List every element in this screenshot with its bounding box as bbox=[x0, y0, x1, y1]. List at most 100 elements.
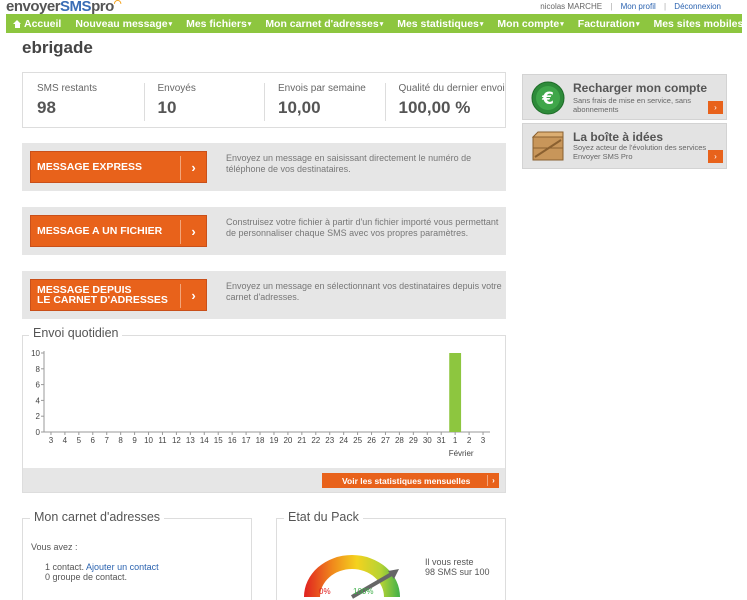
nav-item-label: Mes fichiers bbox=[186, 17, 247, 30]
monthly-stats-button[interactable]: Voir les statistiques mensuelles › bbox=[322, 473, 499, 488]
stat-label: Envois par semaine bbox=[278, 83, 366, 94]
x-tick-label: 13 bbox=[186, 436, 195, 445]
ideas-box-card[interactable]: La boîte à idées Soyez acteur de l'évolu… bbox=[522, 123, 727, 169]
remaining-count: 98 SMS sur 100 bbox=[425, 567, 490, 577]
x-tick-label: 24 bbox=[339, 436, 348, 445]
user-name: nicolas MARCHE bbox=[540, 2, 603, 11]
x-tick-label: 5 bbox=[77, 436, 82, 445]
profile-link[interactable]: Mon profil bbox=[621, 2, 656, 11]
nav-item-new-message[interactable]: Nouveau message ▾ bbox=[68, 18, 179, 30]
stat-sms-remaining: SMS restants 98 bbox=[23, 73, 144, 127]
x-tick-label: 8 bbox=[118, 436, 123, 445]
x-tick-label: 26 bbox=[367, 436, 376, 445]
x-tick-label: 9 bbox=[132, 436, 137, 445]
caret-down-icon: ▾ bbox=[479, 20, 484, 28]
x-tick-label: 12 bbox=[172, 436, 181, 445]
x-tick-label: 6 bbox=[91, 436, 96, 445]
gauge-max-label: 100% bbox=[353, 587, 374, 596]
x-tick-label: 30 bbox=[423, 436, 432, 445]
top-bar: envoyerSMSpro◠ nicolas MARCHE | Mon prof… bbox=[0, 0, 747, 15]
logout-link[interactable]: Déconnexion bbox=[674, 2, 721, 11]
stat-value: 100,00 % bbox=[398, 98, 471, 117]
x-tick-label: 25 bbox=[353, 436, 362, 445]
section-title: Mon carnet d'adresses bbox=[30, 510, 165, 524]
card-title: Recharger mon compte bbox=[573, 81, 708, 95]
x-tick-label: 23 bbox=[325, 436, 334, 445]
arrow-right-icon: › bbox=[180, 220, 206, 244]
gauge-min-label: 0% bbox=[319, 587, 331, 596]
logo[interactable]: envoyerSMSpro◠ bbox=[6, 0, 122, 15]
message-express-button[interactable]: MESSAGE EXPRESS › bbox=[30, 151, 207, 183]
x-tick-label: 21 bbox=[297, 436, 306, 445]
svg-text:€: € bbox=[541, 89, 554, 109]
y-tick-label: 6 bbox=[36, 381, 41, 390]
nav-item-label: Mon carnet d'adresses bbox=[265, 17, 379, 30]
action-panel-file: MESSAGE A UN FICHIER › Construisez votre… bbox=[22, 207, 506, 255]
button-label: MESSAGE DEPUIS LE CARNET D'ADRESSES bbox=[35, 285, 168, 306]
x-tick-label: 20 bbox=[283, 436, 292, 445]
daily-sends-panel: Envoi quotidien 0 2 4 6 8 10 3 4 5 6 7 8 9 10 11 12 13 14… bbox=[22, 326, 506, 493]
x-tick-label: 1 bbox=[453, 436, 458, 445]
nav-item-label: Mes statistiques bbox=[397, 17, 479, 30]
nav-item-billing[interactable]: Facturation ▾ bbox=[571, 18, 647, 30]
caret-down-icon: ▾ bbox=[168, 20, 173, 28]
stat-label: Qualité du dernier envoi bbox=[398, 83, 505, 94]
arrow-right-icon: › bbox=[180, 156, 206, 180]
arrow-right-icon: › bbox=[487, 475, 499, 486]
add-contact-link[interactable]: Ajouter un contact bbox=[86, 562, 159, 572]
action-description: Envoyez un message en sélectionnant vos … bbox=[226, 281, 502, 302]
x-tick-label: 4 bbox=[63, 436, 68, 445]
y-tick-label: 0 bbox=[36, 428, 41, 437]
y-tick-label: 8 bbox=[36, 365, 41, 374]
message-address-book-button[interactable]: MESSAGE DEPUIS LE CARNET D'ADRESSES › bbox=[30, 279, 207, 311]
action-panel-address-book: MESSAGE DEPUIS LE CARNET D'ADRESSES › En… bbox=[22, 271, 506, 319]
euro-icon: € bbox=[531, 81, 565, 115]
stat-value: 98 bbox=[37, 98, 56, 117]
nav-item-files[interactable]: Mes fichiers ▾ bbox=[179, 18, 258, 30]
chart-bar bbox=[449, 353, 462, 432]
action-description: Construisez votre fichier à partir d'un … bbox=[226, 217, 499, 238]
stats-panel: SMS restants 98 Envoyés 10 Envois par se… bbox=[22, 72, 506, 128]
card-title: La boîte à idées bbox=[573, 130, 664, 144]
contacts-count: 1 contact. bbox=[45, 562, 85, 572]
address-book-intro: Vous avez : bbox=[31, 542, 78, 552]
button-label-line: LE CARNET D'ADRESSES bbox=[37, 294, 168, 306]
logo-text-2: SMS bbox=[60, 0, 92, 15]
nav-item-mobile-sites[interactable]: Mes sites mobiles ▾ bbox=[646, 18, 747, 30]
arrow-right-icon[interactable]: › bbox=[708, 101, 723, 114]
x-tick-label: 28 bbox=[395, 436, 404, 445]
y-tick-label: 2 bbox=[36, 412, 41, 421]
nav-item-statistics[interactable]: Mes statistiques ▾ bbox=[390, 18, 490, 30]
x-tick-label: 15 bbox=[214, 436, 223, 445]
x-tick-label: 17 bbox=[242, 436, 251, 445]
x-tick-label: 3 bbox=[481, 436, 486, 445]
main-nav: Accueil Nouveau message ▾ Mes fichiers ▾ M… bbox=[6, 14, 747, 33]
y-tick-label: 4 bbox=[36, 396, 41, 405]
user-links: nicolas MARCHE | Mon profil | Déconnexio… bbox=[540, 2, 721, 11]
x-tick-label: 29 bbox=[409, 436, 418, 445]
arrow-right-icon[interactable]: › bbox=[708, 150, 723, 163]
chart-footer: Voir les statistiques mensuelles › bbox=[23, 468, 505, 492]
x-tick-label: 27 bbox=[381, 436, 390, 445]
nav-item-home[interactable]: Accueil bbox=[6, 18, 68, 30]
x-tick-label: 3 bbox=[49, 436, 54, 445]
x-tick-label: 14 bbox=[200, 436, 209, 445]
nav-item-label: Mes sites mobiles bbox=[653, 17, 744, 30]
stat-label: Envoyés bbox=[157, 83, 196, 94]
card-subtitle: Soyez acteur de l'évolution des services… bbox=[573, 143, 707, 161]
stat-per-week: Envois par semaine 10,00 bbox=[264, 73, 385, 127]
x-tick-label: 31 bbox=[437, 436, 446, 445]
action-panel-express: MESSAGE EXPRESS › Envoyez un message en … bbox=[22, 143, 506, 191]
button-label: MESSAGE EXPRESS bbox=[37, 161, 143, 173]
crate-icon bbox=[532, 131, 564, 161]
nav-item-label: Facturation bbox=[577, 17, 635, 30]
nav-item-label: Nouveau message bbox=[75, 17, 168, 30]
message-file-button[interactable]: MESSAGE A UN FICHIER › bbox=[30, 215, 207, 247]
separator: | bbox=[610, 2, 613, 11]
nav-item-address-book[interactable]: Mon carnet d'adresses ▾ bbox=[258, 18, 390, 30]
action-description: Envoyez un message en saisissant directe… bbox=[226, 153, 472, 174]
page-title: ebrigade bbox=[22, 38, 93, 57]
y-tick-label: 10 bbox=[31, 349, 40, 358]
recharge-account-card[interactable]: € Recharger mon compte Sans frais de mis… bbox=[522, 74, 727, 120]
nav-item-account[interactable]: Mon compte ▾ bbox=[490, 18, 570, 30]
